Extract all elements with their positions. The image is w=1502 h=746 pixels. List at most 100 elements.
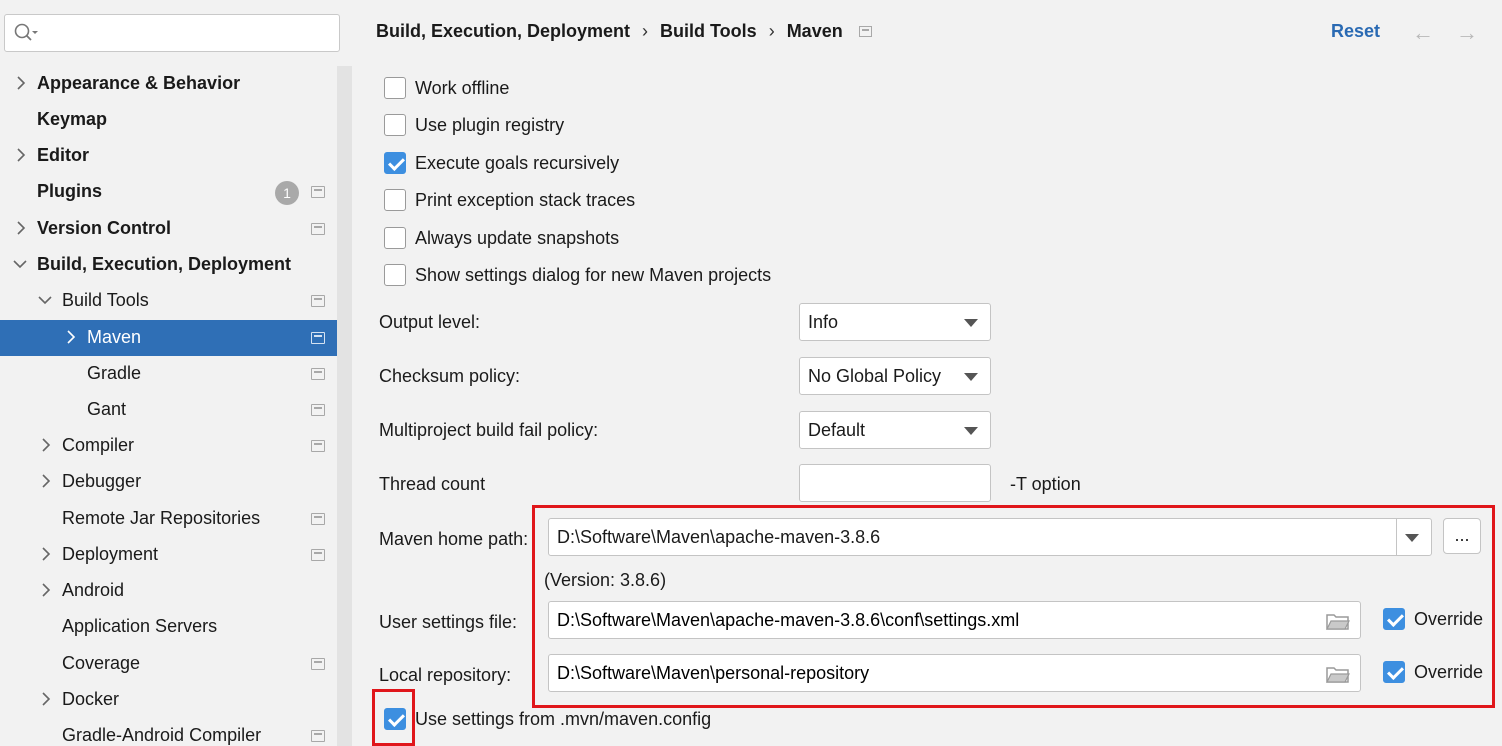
- chevron-right-icon[interactable]: [39, 691, 53, 707]
- work-offline-checkbox[interactable]: [384, 77, 406, 99]
- sidebar-item-maven[interactable]: Maven: [0, 320, 352, 356]
- chevron-down-icon[interactable]: [13, 256, 27, 272]
- forward-arrow-icon[interactable]: →: [1456, 21, 1478, 45]
- sidebar-item-label: Plugins: [37, 181, 103, 201]
- chevron-down-icon[interactable]: [38, 292, 52, 308]
- back-arrow-icon[interactable]: ←: [1412, 21, 1434, 45]
- print-exception-stack-traces-option[interactable]: Print exception stack traces: [384, 189, 684, 215]
- chevron-right-icon[interactable]: [14, 147, 28, 163]
- project-level-icon: [311, 368, 325, 380]
- sidebar-item-gradle[interactable]: Gradle: [0, 356, 352, 392]
- output-level-dropdown[interactable]: Info: [799, 303, 991, 341]
- checksum-policy-label: Checksum policy:: [379, 366, 521, 386]
- reset-link[interactable]: Reset: [1331, 21, 1380, 42]
- checksum-policy-dropdown[interactable]: No Global Policy: [799, 357, 991, 395]
- project-level-icon: [311, 223, 325, 235]
- sidebar-item-editor[interactable]: Editor: [0, 138, 352, 174]
- maven-settings-panel: Build, Execution, Deployment › Build Tools…: [352, 0, 1502, 746]
- sidebar-item-label: Compiler: [62, 435, 135, 455]
- sidebar-scrollbar[interactable]: [337, 66, 352, 746]
- chevron-right-icon[interactable]: [64, 329, 78, 345]
- execute-goals-recursively-checkbox[interactable]: [384, 152, 406, 174]
- work-offline-option[interactable]: Work offline: [384, 77, 684, 103]
- sidebar-item-label: Docker: [62, 689, 120, 709]
- dropdown-arrow-icon: [964, 427, 978, 435]
- option-label: Use settings from .mvn/maven.config: [415, 709, 712, 729]
- maven-home-path-label: Maven home path:: [379, 529, 529, 549]
- sidebar-item-android[interactable]: Android: [0, 573, 352, 609]
- sidebar-item-build-tools[interactable]: Build Tools: [0, 283, 352, 319]
- settings-search-box[interactable]: [4, 14, 340, 52]
- print-exception-stack-traces-checkbox[interactable]: [384, 189, 406, 211]
- option-label: Use plugin registry: [415, 115, 565, 135]
- multiproject-fail-policy-label: Multiproject build fail policy:: [379, 420, 599, 440]
- always-update-snapshots-option[interactable]: Always update snapshots: [384, 227, 684, 253]
- project-level-icon: [311, 440, 325, 452]
- sidebar-item-deployment[interactable]: Deployment: [0, 537, 352, 573]
- option-label: Always update snapshots: [415, 228, 620, 248]
- thread-count-label: Thread count: [379, 474, 486, 494]
- sidebar-item-label: Build, Execution, Deployment: [37, 254, 292, 274]
- breadcrumb-item[interactable]: Build Tools: [660, 21, 757, 42]
- sidebar-item-label: Deployment: [62, 544, 159, 564]
- user-settings-file-label: User settings file:: [379, 612, 518, 632]
- chevron-right-icon[interactable]: [39, 546, 53, 562]
- sidebar-item-compiler[interactable]: Compiler: [0, 428, 352, 464]
- maven-paths-highlight: [532, 505, 1495, 708]
- multiproject-fail-policy-value: Default: [808, 420, 866, 440]
- dropdown-arrow-icon: [964, 373, 978, 381]
- plugins-update-badge: 1: [275, 181, 299, 205]
- chevron-right-icon[interactable]: [39, 582, 53, 598]
- search-input[interactable]: [45, 19, 333, 47]
- sidebar-item-application-servers[interactable]: Application Servers: [0, 609, 352, 645]
- sidebar-item-keymap[interactable]: Keymap: [0, 102, 352, 138]
- always-update-snapshots-checkbox[interactable]: [384, 227, 406, 249]
- sidebar-item-label: Android: [62, 580, 125, 600]
- sidebar-item-debugger[interactable]: Debugger: [0, 464, 352, 500]
- sidebar-item-gradle-android-compiler[interactable]: Gradle-Android Compiler: [0, 718, 352, 746]
- search-icon: [14, 23, 38, 41]
- breadcrumb-separator: ›: [768, 20, 775, 41]
- sidebar-item-build-execution-deployment[interactable]: Build, Execution, Deployment: [0, 247, 352, 283]
- sidebar-item-label: Application Servers: [62, 616, 218, 636]
- sidebar-item-version-control[interactable]: Version Control: [0, 211, 352, 247]
- chevron-right-icon[interactable]: [14, 75, 28, 91]
- sidebar-item-remote-jar-repositories[interactable]: Remote Jar Repositories: [0, 501, 352, 537]
- thread-count-suffix: -T option: [1010, 474, 1081, 494]
- breadcrumb-item-current: Maven: [786, 20, 843, 41]
- breadcrumb-separator: ›: [642, 20, 649, 41]
- sidebar-item-docker[interactable]: Docker: [0, 682, 352, 718]
- sidebar-item-label: Gant: [87, 399, 127, 419]
- use-mvn-config-option[interactable]: Use settings from .mvn/maven.config: [384, 708, 784, 734]
- sidebar-item-label: Version Control: [37, 218, 172, 238]
- sidebar-item-label: Maven: [87, 327, 142, 347]
- use-plugin-registry-option[interactable]: Use plugin registry: [384, 114, 684, 140]
- show-settings-dialog-option[interactable]: Show settings dialog for new Maven proje…: [384, 264, 804, 290]
- use-plugin-registry-checkbox[interactable]: [384, 114, 406, 136]
- project-level-icon: [311, 404, 325, 416]
- multiproject-fail-policy-dropdown[interactable]: Default: [799, 411, 991, 449]
- execute-goals-recursively-option[interactable]: Execute goals recursively: [384, 152, 684, 178]
- chevron-right-icon[interactable]: [14, 220, 28, 236]
- sidebar-item-plugins[interactable]: Plugins 1: [0, 174, 352, 210]
- sidebar-item-label: Gradle-Android Compiler: [62, 725, 262, 745]
- option-label: Work offline: [415, 78, 510, 98]
- sidebar-item-coverage[interactable]: Coverage: [0, 646, 352, 682]
- thread-count-input[interactable]: [808, 469, 982, 497]
- chevron-right-icon[interactable]: [39, 473, 53, 489]
- sidebar-item-gant[interactable]: Gant: [0, 392, 352, 428]
- option-label: Show settings dialog for new Maven proje…: [415, 265, 772, 285]
- sidebar-item-appearance-behavior[interactable]: Appearance & Behavior: [0, 66, 352, 102]
- option-label: Execute goals recursively: [415, 153, 620, 173]
- sidebar-item-label: Remote Jar Repositories: [62, 508, 261, 528]
- thread-count-field[interactable]: [799, 464, 991, 502]
- chevron-right-icon[interactable]: [39, 437, 53, 453]
- sidebar-item-label: Editor: [37, 145, 89, 165]
- project-level-icon: [311, 295, 325, 307]
- project-level-icon: [311, 332, 325, 344]
- mvn-config-highlight: [372, 689, 415, 746]
- show-settings-dialog-checkbox[interactable]: [384, 264, 406, 286]
- output-level-value: Info: [808, 312, 839, 332]
- breadcrumb-item[interactable]: Build, Execution, Deployment: [376, 21, 630, 42]
- sidebar-item-label: Gradle: [87, 363, 142, 383]
